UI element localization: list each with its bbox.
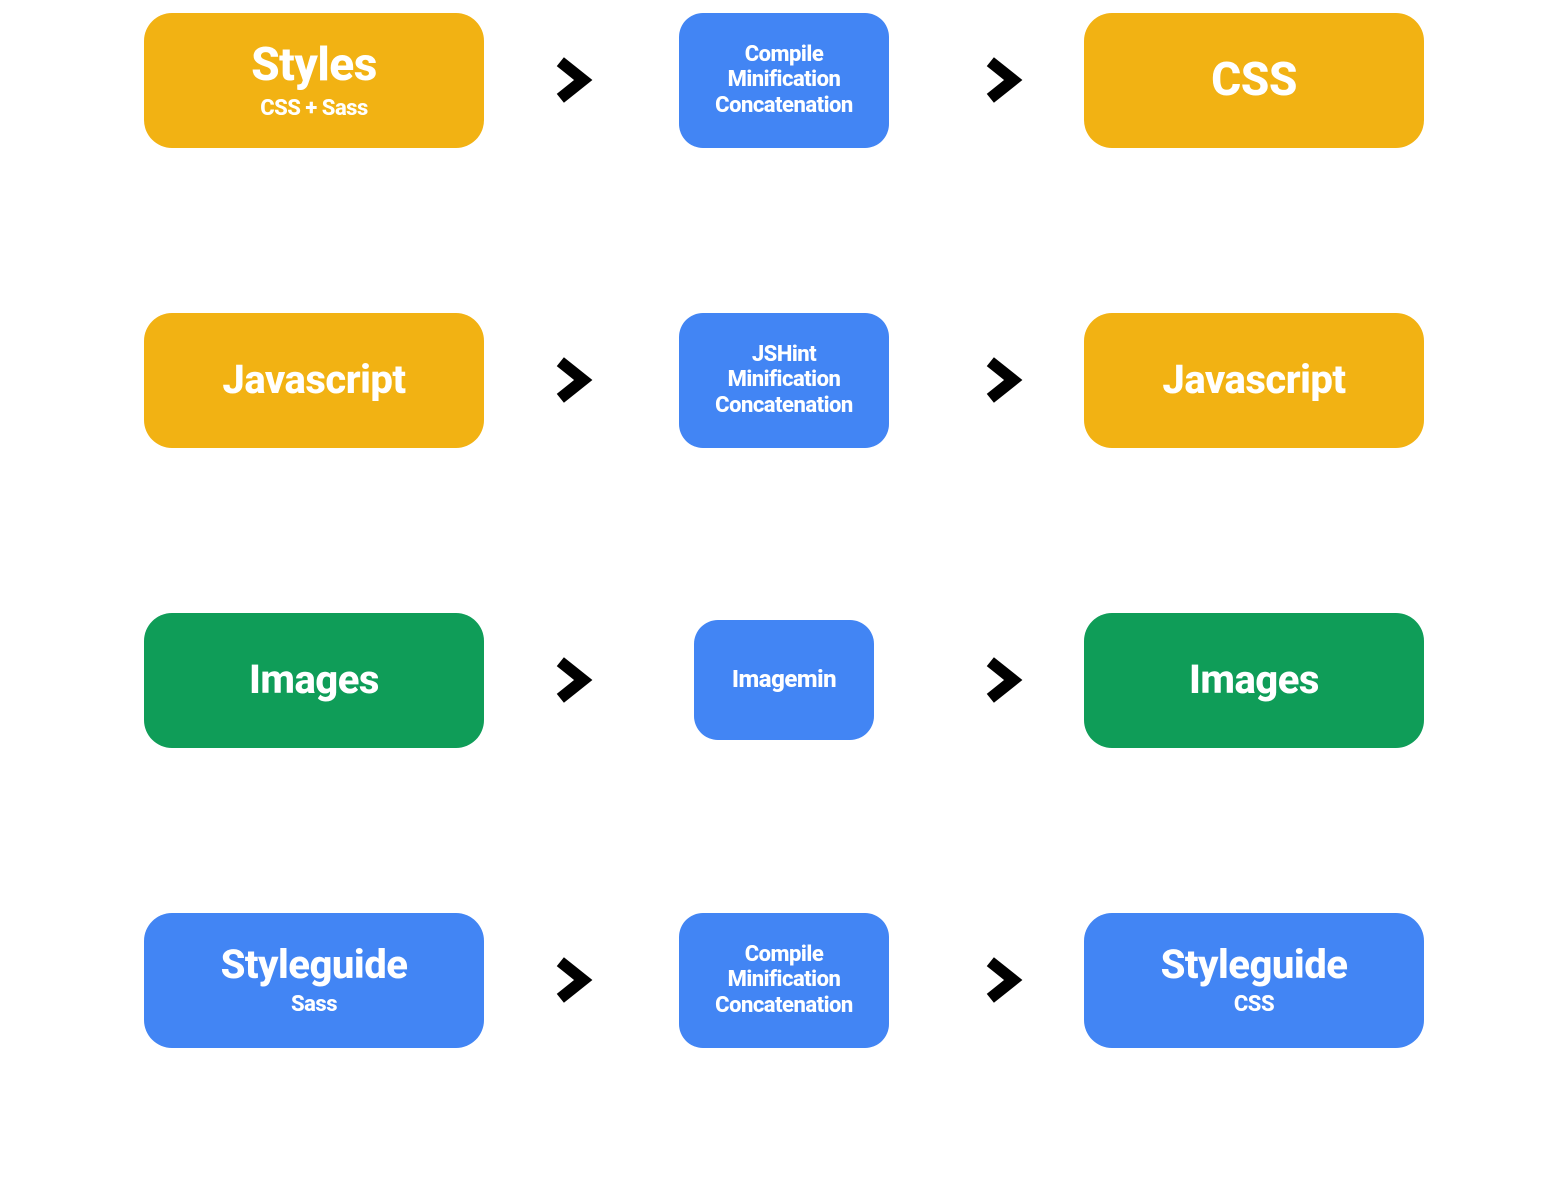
output-box-styleguide: Styleguide CSS bbox=[1084, 913, 1424, 1048]
input-subtitle: Sass bbox=[291, 992, 337, 1017]
chevron-right-icon bbox=[529, 940, 609, 1020]
process-line: Concatenation bbox=[715, 993, 853, 1018]
output-subtitle: CSS bbox=[1234, 992, 1274, 1017]
process-line: JSHint bbox=[752, 342, 816, 367]
process-line: Concatenation bbox=[715, 93, 853, 118]
input-box-styleguide: Styleguide Sass bbox=[144, 913, 484, 1048]
pipeline-row-images: Images Imagemin Images bbox=[144, 600, 1424, 760]
process-box-styles: Compile Minification Concatenation bbox=[679, 13, 889, 148]
input-box-javascript: Javascript bbox=[144, 313, 484, 448]
process-line: Concatenation bbox=[715, 393, 853, 418]
input-title: Styles bbox=[251, 39, 377, 92]
output-title: Javascript bbox=[1162, 357, 1345, 403]
input-title: Javascript bbox=[222, 357, 405, 403]
process-line: Minification bbox=[728, 67, 841, 92]
process-box-javascript: JSHint Minification Concatenation bbox=[679, 313, 889, 448]
input-box-styles: Styles CSS + Sass bbox=[144, 13, 484, 148]
chevron-right-icon bbox=[529, 340, 609, 420]
chevron-right-icon bbox=[529, 640, 609, 720]
output-title: Styleguide bbox=[1161, 942, 1348, 988]
pipeline-row-styles: Styles CSS + Sass Compile Minification C… bbox=[144, 0, 1424, 160]
process-box-styleguide: Compile Minification Concatenation bbox=[679, 913, 889, 1048]
output-title: CSS bbox=[1211, 54, 1297, 107]
chevron-right-icon bbox=[529, 40, 609, 120]
chevron-right-icon bbox=[959, 40, 1039, 120]
output-box-images: Images bbox=[1084, 613, 1424, 748]
pipeline-row-javascript: Javascript JSHint Minification Concatena… bbox=[144, 300, 1424, 460]
chevron-right-icon bbox=[959, 640, 1039, 720]
output-box-css: CSS bbox=[1084, 13, 1424, 148]
chevron-right-icon bbox=[959, 940, 1039, 1020]
input-title: Styleguide bbox=[221, 942, 408, 988]
output-box-javascript: Javascript bbox=[1084, 313, 1424, 448]
input-box-images: Images bbox=[144, 613, 484, 748]
output-title: Images bbox=[1189, 657, 1319, 703]
chevron-right-icon bbox=[959, 340, 1039, 420]
process-line: Compile bbox=[745, 942, 824, 967]
input-subtitle: CSS + Sass bbox=[260, 96, 368, 121]
process-line: Minification bbox=[728, 367, 841, 392]
process-line: Minification bbox=[728, 967, 841, 992]
process-box-images: Imagemin bbox=[694, 620, 874, 740]
process-line: Imagemin bbox=[732, 666, 836, 694]
pipeline-row-styleguide: Styleguide Sass Compile Minification Con… bbox=[144, 900, 1424, 1060]
input-title: Images bbox=[249, 657, 379, 703]
process-line: Compile bbox=[745, 42, 824, 67]
